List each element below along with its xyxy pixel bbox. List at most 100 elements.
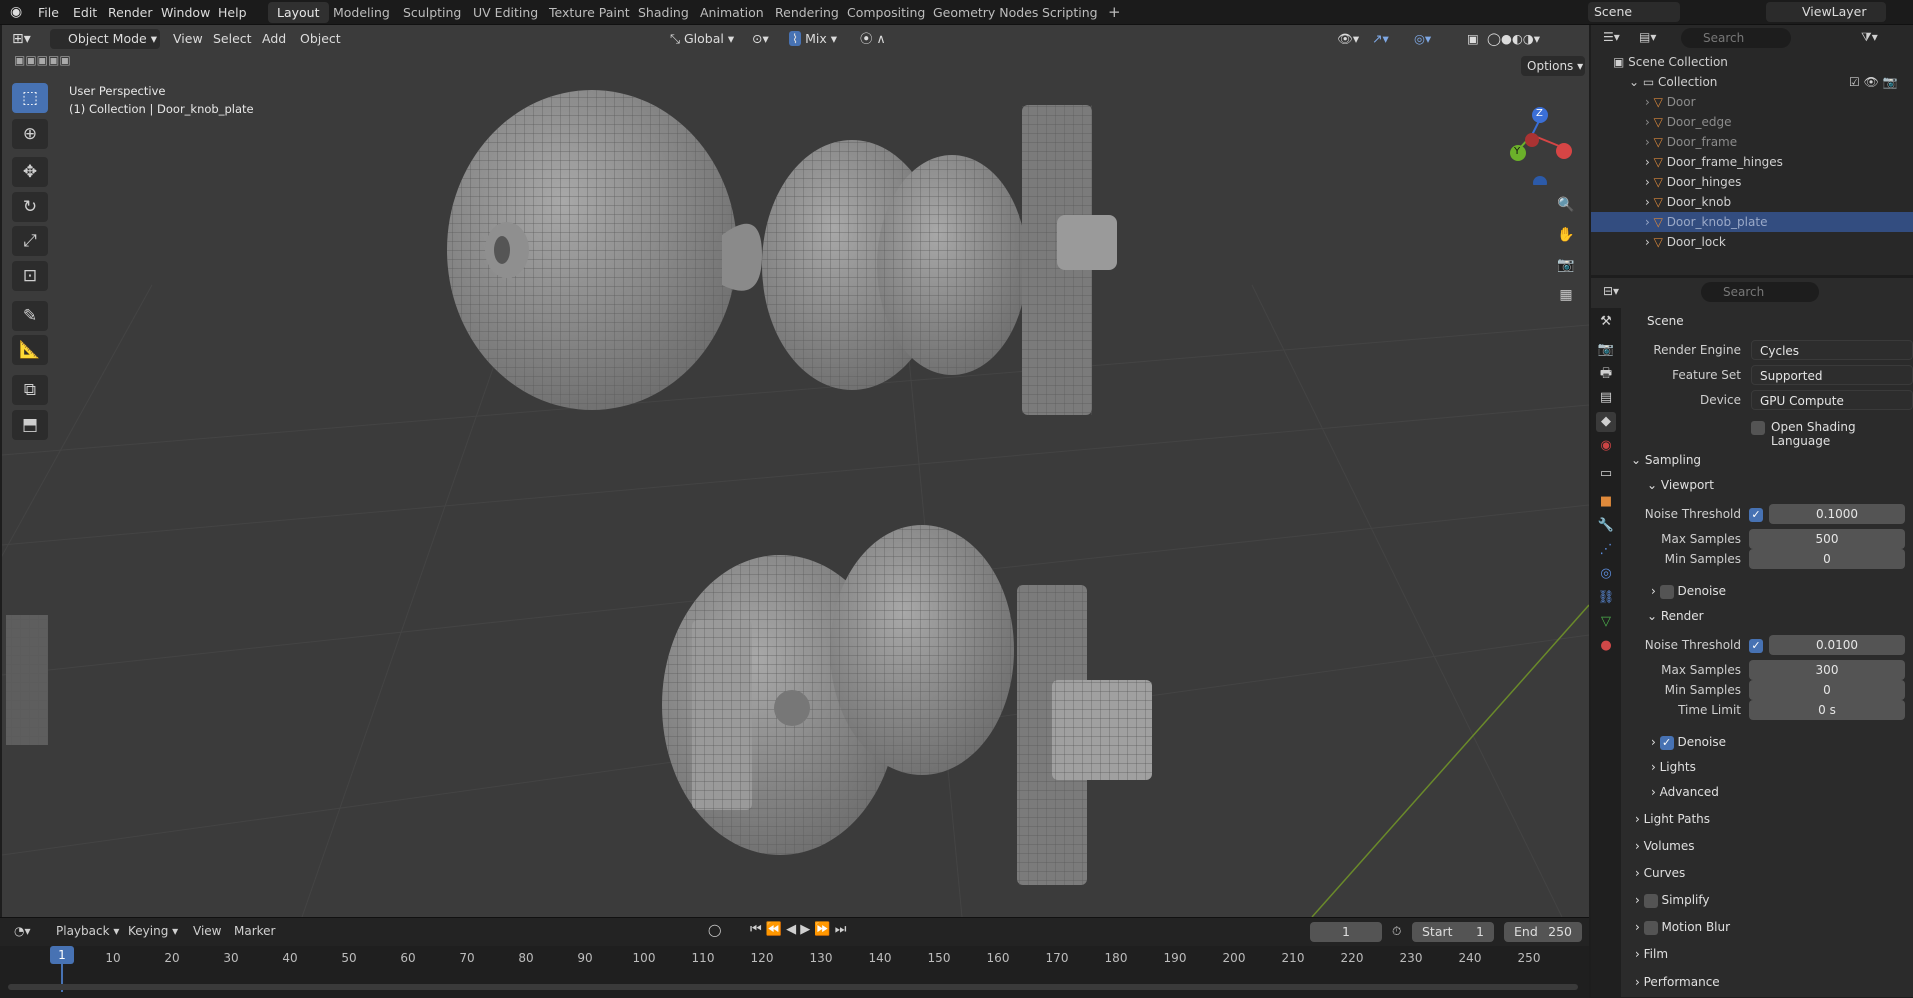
collection-tab-icon[interactable]: ▭ [1596,464,1616,484]
menu-timeline-view[interactable]: View [193,924,221,938]
timeline-scrollbar[interactable] [8,984,1578,990]
tab-geometry-nodes[interactable]: Geometry Nodes [924,2,1047,23]
menu-object[interactable]: Object [300,29,341,49]
object-tab-icon[interactable]: ■ [1596,492,1616,512]
stopwatch-icon[interactable]: ⏱ [1392,924,1401,939]
menu-render[interactable]: Render [108,3,153,22]
playback-controls[interactable]: ⏮ ⏪ ◀ ▶ ⏩ ⏭ [750,922,846,937]
mode-selector[interactable]: Object Mode ▾ [50,29,160,49]
outliner-scene-collection[interactable]: ▣ Scene Collection [1591,52,1913,72]
vp-noise-checkbox[interactable]: ✓ [1749,508,1763,522]
view-layer-tab-icon[interactable]: ▤ [1596,388,1616,408]
tab-animation[interactable]: Animation [691,2,773,23]
r-denoise-checkbox[interactable]: ✓ [1659,735,1674,750]
move-tool[interactable]: ✥ [12,157,48,187]
xray-icon[interactable]: ▣ [1467,29,1479,49]
menu-view[interactable]: View [173,29,203,49]
menu-select[interactable]: Select [213,29,252,49]
outliner-item-door-lock[interactable]: › ▽ Door_lock [1591,232,1913,252]
pan-hand-icon[interactable]: ✋ [1553,222,1579,248]
menu-playback[interactable]: Playback ▾ [56,924,119,938]
tab-sculpting[interactable]: Sculpting [394,2,470,23]
r-denoise-header[interactable]: › ✓ Denoise [1651,735,1726,750]
r-noise-checkbox[interactable]: ✓ [1749,639,1763,653]
osl-checkbox[interactable] [1751,421,1765,435]
modifier-tab-icon[interactable]: 🔧 [1596,516,1616,536]
filter-icon[interactable]: ⧩▾ [1861,30,1878,45]
menu-window[interactable]: Window [161,3,210,22]
snap-selector[interactable]: ⌇ Mix ▾ [789,29,837,49]
tab-rendering[interactable]: Rendering [766,2,848,23]
add-object-tool[interactable]: ⬒ [12,410,48,440]
menu-edit[interactable]: Edit [73,3,97,22]
outliner-item-door-knob[interactable]: › ▽ Door_knob [1591,192,1913,212]
advanced-subpanel-header[interactable]: › Advanced [1651,785,1719,799]
visibility-icon[interactable]: 👁▾ [1337,29,1359,49]
device-dropdown[interactable]: GPU Compute [1751,390,1913,410]
vp-max-field[interactable]: 500 [1749,529,1905,549]
transform-tool[interactable]: ⊡ [12,261,48,291]
blender-logo-icon[interactable]: ◉ [10,3,22,22]
vp-min-field[interactable]: 0 [1749,549,1905,569]
vp-denoise-header[interactable]: › Denoise [1651,584,1726,599]
render-engine-dropdown[interactable]: Cycles [1751,340,1913,360]
simplify-checkbox[interactable] [1643,893,1658,908]
annotate-tool[interactable]: ✎ [12,301,48,331]
options-button[interactable]: Options ▾ [1521,56,1585,76]
outliner-search-input[interactable]: Search [1681,28,1791,48]
light-paths-panel-header[interactable]: › Light Paths [1635,812,1710,826]
simplify-panel-header[interactable]: › Simplify [1635,893,1710,908]
r-max-field[interactable]: 300 [1749,660,1905,680]
menu-add[interactable]: Add [262,29,286,49]
properties-editor-icon[interactable]: ⊟▾ [1603,284,1619,298]
output-tab-icon[interactable]: 🖶 [1596,364,1616,384]
start-frame-field[interactable]: Start 1 [1412,922,1494,942]
overlay-toggle-icon[interactable]: ◎▾ [1414,29,1431,49]
tab-shading[interactable]: Shading [629,2,698,23]
timeline-editor-icon[interactable]: ◔▾ [14,924,31,938]
outliner-collection[interactable]: ⌄ ▭ Collection ☑ 👁 📷 [1591,72,1913,92]
collection-checkbox[interactable]: ☑ 👁 📷 [1849,72,1898,92]
tab-compositing[interactable]: Compositing [838,2,934,23]
menu-marker[interactable]: Marker [234,924,275,938]
outliner-item-door-knob-plate[interactable]: › ▽ Door_knob_plate [1591,212,1913,232]
menu-help[interactable]: Help [218,3,247,22]
measure-tool[interactable]: 📐 [12,335,48,365]
feature-set-dropdown[interactable]: Supported [1751,365,1913,385]
data-tab-icon[interactable]: ▽ [1596,612,1616,632]
physics-tab-icon[interactable]: ◎ [1596,564,1616,584]
outliner-item-door-frame[interactable]: › ▽ Door_frame [1591,132,1913,152]
film-panel-header[interactable]: › Film [1635,947,1668,961]
outliner-item-door-frame-hinges[interactable]: › ▽ Door_frame_hinges [1591,152,1913,172]
r-min-field[interactable]: 0 [1749,680,1905,700]
cursor-tool[interactable]: ⊕ [12,119,48,149]
pivot-icon[interactable]: ⊙▾ [752,29,769,49]
material-tab-icon[interactable]: ● [1596,636,1616,656]
motion-blur-panel-header[interactable]: › Motion Blur [1635,920,1730,935]
properties-search-input[interactable]: Search [1701,282,1819,302]
constraints-tab-icon[interactable]: ⛓ [1596,588,1616,608]
grid-view-icon[interactable]: ▦ [1553,282,1579,308]
end-frame-field[interactable]: End 250 [1504,922,1582,942]
rotate-tool[interactable]: ↻ [12,192,48,222]
particles-tab-icon[interactable]: ⋰ [1596,540,1616,560]
curves-panel-header[interactable]: › Curves [1635,866,1685,880]
tab-scripting[interactable]: Scripting [1033,2,1107,23]
vp-noise-field[interactable]: 0.1000 [1769,504,1905,524]
vp-denoise-checkbox[interactable] [1659,584,1674,599]
lights-subpanel-header[interactable]: › Lights [1651,760,1696,774]
gizmo-toggle-icon[interactable]: ↗▾ [1372,29,1389,49]
editor-type-icon[interactable]: ⊞▾ [12,29,31,49]
tab-texture-paint[interactable]: Texture Paint [540,2,639,23]
record-icon[interactable]: ◯ [708,923,721,937]
transform-orientation-selector[interactable]: ⤡ Global ▾ [670,29,734,49]
view-layer-selector[interactable]: ViewLayer [1766,2,1886,22]
tab-uv-editing[interactable]: UV Editing [464,2,547,23]
tab-layout[interactable]: Layout [268,2,329,23]
select-box-tool[interactable]: ⬚ [12,83,48,113]
performance-panel-header[interactable]: › Performance [1635,975,1720,989]
add-workspace-button[interactable]: + [1099,2,1130,23]
scale-tool[interactable]: ⤢ [12,226,48,256]
render-tab-icon[interactable]: 📷 [1596,340,1616,360]
tool-tab-icon[interactable]: ⚒ [1596,312,1616,332]
